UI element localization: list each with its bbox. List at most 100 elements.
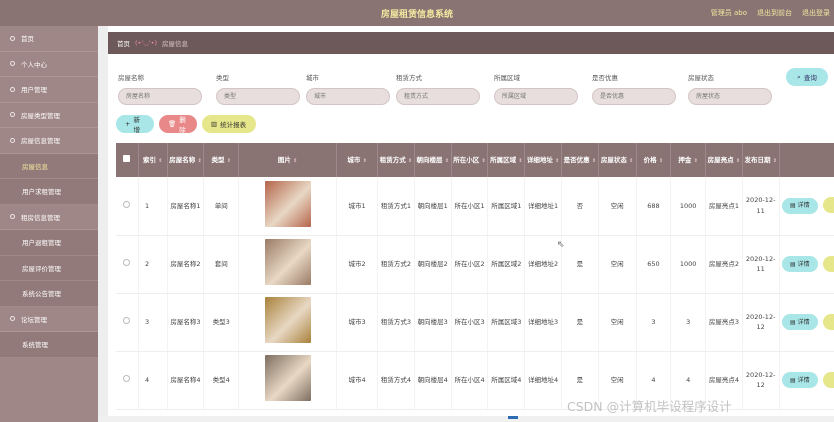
search-input[interactable] [118,88,202,105]
sidebar-item[interactable]: 论坛管理 [0,307,98,332]
sidebar-item[interactable]: 房屋信息 [0,153,98,179]
sidebar-item[interactable]: 首页 [0,26,98,52]
house-photo-cell [238,351,338,410]
search-input[interactable] [494,88,578,105]
row-checkbox[interactable] [123,200,131,208]
column-header[interactable]: 城市 ⇕ [336,143,379,177]
column-header[interactable]: 朝向楼层 ⇕ [414,143,452,177]
gutter [98,26,108,422]
select-all-header[interactable] [116,143,139,177]
row-checkbox[interactable] [123,374,131,382]
cell-address: 详细地址1 [524,177,562,236]
detail-button[interactable]: ▤ 详情 [781,198,818,215]
cell-city: 城市2 [336,235,379,294]
edit-button[interactable] [822,313,834,330]
sort-icon[interactable]: ⇕ [408,158,412,164]
column-header[interactable]: 图片 ⇕ [238,143,338,177]
detail-button[interactable]: ▤ 详情 [781,256,818,273]
cell-city: 城市1 [336,177,379,236]
sort-icon[interactable]: ⇕ [518,158,522,164]
edit-button[interactable] [822,197,834,214]
edit-button[interactable] [822,371,834,388]
document-icon: ▤ [789,260,796,268]
column-header[interactable]: 索引 ⇕ [138,143,168,177]
cell-idx: 4 [138,351,168,410]
search-input[interactable] [216,88,300,105]
document-icon: ▤ [789,376,796,384]
cell-name: 房屋名称1 [167,177,205,236]
report-button[interactable]: ▥ 统计报表 [202,115,256,133]
row-actions-cell: ▤ 详情 [779,177,834,236]
sort-icon[interactable]: ⇕ [227,158,231,164]
select-all-checkbox[interactable] [123,154,131,162]
cell-price: 3 [636,293,672,352]
search-input[interactable] [592,88,676,105]
edit-button[interactable] [822,255,834,272]
detail-button[interactable]: ▤ 详情 [781,314,818,331]
sort-icon[interactable]: ⇕ [555,158,559,164]
sort-icon[interactable]: ⇕ [773,158,777,164]
horizontal-scrollbar[interactable] [98,416,834,422]
cell-name: 房屋名称3 [167,293,205,352]
sidebar-item[interactable]: 系统公告管理 [0,281,98,307]
search-input[interactable] [396,88,480,105]
column-header[interactable]: 详细地址 ⇕ [524,143,562,177]
column-header[interactable]: 价格 ⇕ [636,143,672,177]
sort-icon[interactable]: ⇕ [198,158,202,164]
sidebar-item[interactable]: 房屋评价管理 [0,255,98,281]
sidebar-item[interactable]: 房屋信息管理 [0,128,98,154]
sort-icon[interactable]: ⇕ [659,158,663,164]
back-to-front-link[interactable]: 退出到前台 [757,8,792,18]
sort-icon[interactable]: ⇕ [694,158,698,164]
add-button[interactable]: + 新增 [116,115,154,134]
sort-icon[interactable]: ⇕ [592,158,596,164]
house-photo-cell [238,177,338,236]
sidebar-item[interactable]: 用户求租管理 [0,179,98,205]
sidebar-item[interactable]: 房屋类型管理 [0,103,98,128]
logout-link[interactable]: 退出登录 [802,8,830,18]
row-select-cell[interactable] [116,351,139,410]
row-select-cell[interactable] [116,293,139,352]
table-row[interactable]: 2 房屋名称2 套间 城市2 租赁方式2 朝向楼层2 所在小区2 所属区域2 详细地址2 是空闲 6… [116,235,834,294]
cell-status: 空闲 [598,177,637,236]
sidebar-item[interactable]: 系统管理 [0,332,98,358]
breadcrumb-home[interactable]: 首页 [117,38,130,48]
sidebar-item[interactable]: 个人中心 [0,52,98,77]
cell-lease: 租赁方式2 [377,235,415,294]
sort-icon[interactable]: ⇕ [293,158,297,164]
column-header[interactable]: 房屋亮点 ⇕ [705,143,743,177]
sidebar-item[interactable]: 租房信息管理 [0,205,98,230]
sort-icon[interactable]: ⇕ [482,158,486,164]
sidebar-item[interactable]: 用户退租管理 [0,230,98,256]
column-header[interactable]: 是否优惠 ⇕ [561,143,599,177]
row-select-cell[interactable] [116,235,139,294]
column-header[interactable]: 房屋名称 ⇕ [167,143,205,177]
column-header[interactable]: 所属区域 ⇕ [487,143,526,177]
column-header[interactable]: 房屋状态 ⇕ [598,143,637,177]
column-header[interactable]: 类型 ⇕ [203,143,240,177]
query-button[interactable]: ⌕ 查询 [786,68,828,86]
sort-icon[interactable]: ⇕ [445,158,449,164]
scrollbar-thumb[interactable] [508,416,518,419]
column-header[interactable]: 租赁方式 ⇕ [377,143,415,177]
delete-button[interactable]: 🗑 删除 [159,115,197,134]
row-select-cell[interactable] [116,177,139,236]
search-input[interactable] [688,88,772,105]
column-header[interactable]: 押金 ⇕ [670,143,707,177]
sort-icon[interactable]: ⇕ [736,158,740,164]
table-row[interactable]: 1 房屋名称1 单间 城市1 租赁方式1 朝向楼层1 所在小区1 所属区域1 详细地址1 否空闲 6… [116,177,834,236]
cell-discount: 是 [561,235,599,294]
row-checkbox[interactable] [123,258,131,266]
sort-icon[interactable]: ⇕ [158,158,162,164]
column-header[interactable]: 发布日期 ⇕ [742,143,780,177]
table-row[interactable]: 3 房屋名称3 类型3 城市3 租赁方式3 朝向楼层3 所在小区3 所属区域3 详细地址3 是空闲… [116,293,834,352]
sidebar-item[interactable]: 用户管理 [0,77,98,103]
detail-button[interactable]: ▤ 详情 [781,372,818,389]
sort-icon[interactable]: ⇕ [629,158,633,164]
row-checkbox[interactable] [123,316,131,324]
sort-icon[interactable]: ⇕ [363,158,367,164]
search-input[interactable] [306,88,390,105]
house-photo [264,181,311,228]
admin-label: 管理员 abo [710,9,747,17]
column-header[interactable]: 所在小区 ⇕ [451,143,489,177]
